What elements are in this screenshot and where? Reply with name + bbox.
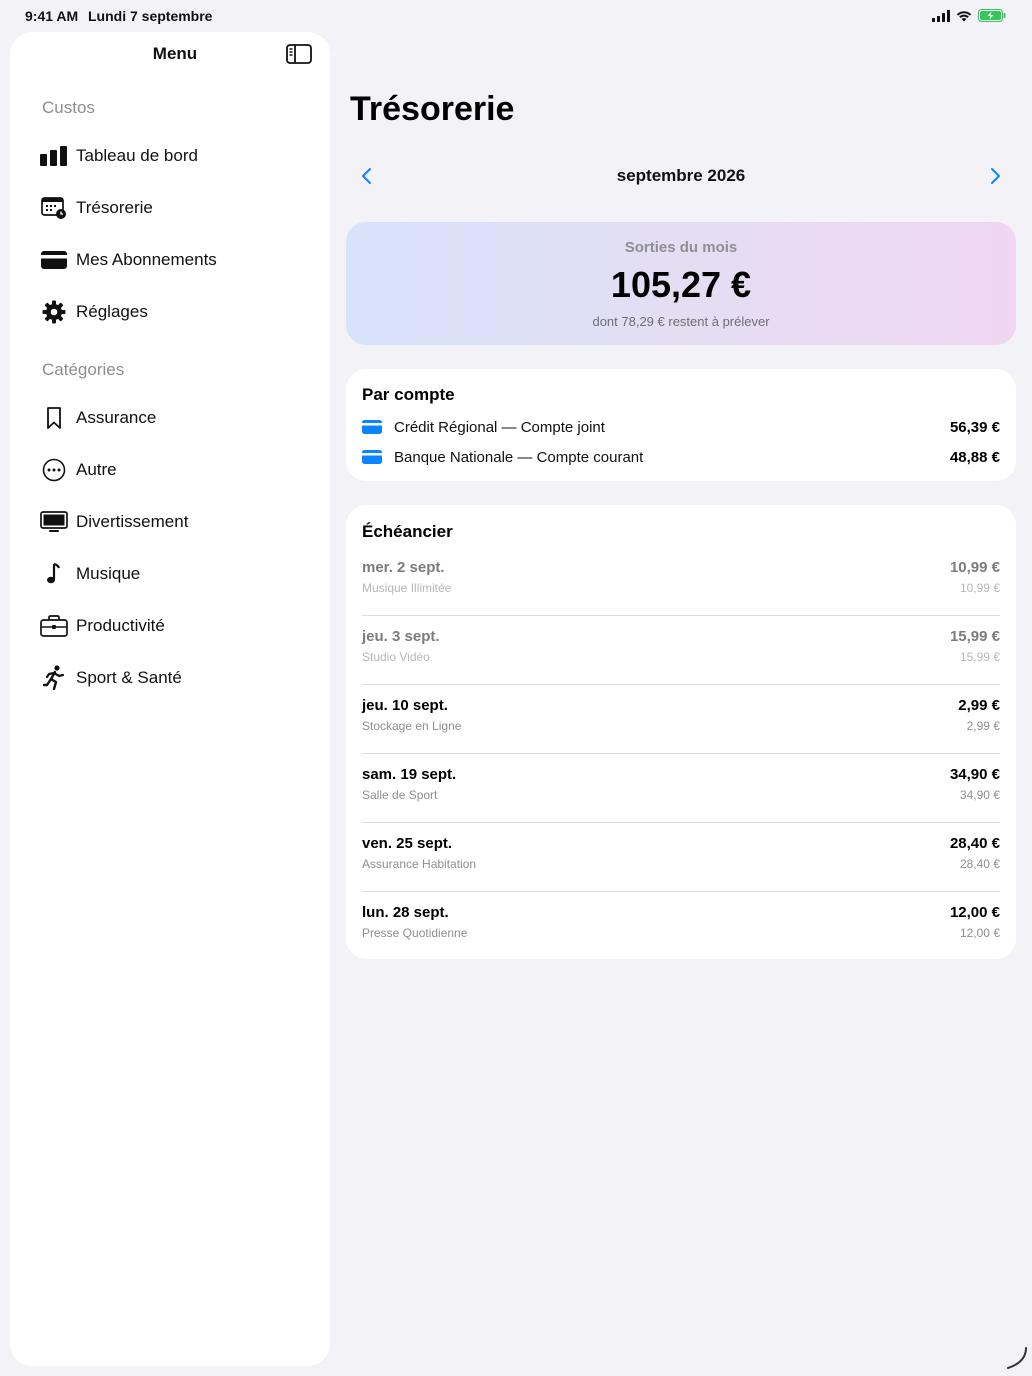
sidebar-item-divertissement[interactable]: Divertissement [38, 502, 318, 542]
sidebar-toggle-icon[interactable] [286, 44, 312, 64]
sidebar-item-label: Réglages [76, 302, 148, 321]
sidebar-item-label: Assurance [76, 408, 157, 427]
schedule-name: Musique Illimitée [362, 581, 452, 595]
sidebar-item-label: Divertissement [76, 512, 189, 531]
schedule-amount: 2,99 € [958, 697, 1000, 714]
month-label: septembre 2026 [616, 166, 746, 185]
calendar-clock-icon [38, 194, 70, 222]
accounts-card-title: Par compte [362, 385, 455, 404]
sidebar-item-label: Productivité [76, 616, 165, 635]
schedule-sub-amount: 2,99 € [966, 719, 1000, 733]
schedule-row[interactable]: jeu. 10 sept. Stockage en Ligne 2,99 € 2… [362, 697, 1000, 766]
schedule-amount: 15,99 € [949, 628, 1000, 645]
schedule-row[interactable]: mer. 2 sept. Musique Illimitée 10,99 € 1… [362, 559, 1000, 628]
schedule-amount: 34,90 € [949, 766, 1000, 783]
ellipsis-circle-icon [38, 456, 70, 484]
summary-label: Sorties du mois [624, 239, 738, 256]
sidebar-item-autre[interactable]: Autre [38, 450, 318, 490]
schedule-card: Échéancier mer. 2 sept. Musique Illimité… [346, 505, 1016, 959]
schedule-name: Stockage en Ligne [362, 719, 462, 733]
sidebar-item-productivite[interactable]: Productivité [38, 606, 318, 646]
schedule-sub-amount: 12,00 € [959, 926, 1000, 940]
schedule-row[interactable]: ven. 25 sept. Assurance Habitation 28,40… [362, 835, 1000, 904]
sidebar-item-label: Mes Abonnements [76, 250, 217, 269]
account-amount: 48,88 € [949, 448, 1000, 466]
credit-card-icon [362, 419, 382, 435]
schedule-row[interactable]: sam. 19 sept. Salle de Sport 34,90 € 34,… [362, 766, 1000, 835]
schedule-amount: 10,99 € [949, 559, 1000, 576]
resize-handle-icon [1004, 1346, 1028, 1370]
schedule-date: jeu. 10 sept. [362, 697, 448, 714]
account-name: Banque Nationale — Compte courant [394, 448, 644, 466]
schedule-sub-amount: 10,99 € [959, 581, 1000, 595]
status-time: 9:41 AM [25, 8, 79, 24]
account-row[interactable]: Banque Nationale — Compte courant 48,88 … [362, 446, 1000, 468]
sidebar-item-musique[interactable]: Musique [38, 554, 318, 594]
schedule-sub-amount: 15,99 € [959, 650, 1000, 664]
sidebar-item-label: Tableau de bord [76, 146, 198, 165]
wifi-icon [956, 9, 972, 27]
schedule-name: Presse Quotidienne [362, 926, 468, 940]
sidebar-item-assurance[interactable]: Assurance [38, 398, 318, 438]
account-name: Crédit Régional — Compte joint [394, 418, 605, 436]
cellular-signal-icon [932, 9, 950, 27]
schedule-name: Studio Vidéo [362, 650, 430, 664]
credit-card-icon [38, 246, 70, 274]
sidebar-item-sport-sante[interactable]: Sport & Santé [38, 658, 318, 698]
schedule-card-title: Échéancier [362, 522, 453, 541]
battery-charging-icon [978, 9, 1006, 27]
gear-icon [38, 298, 70, 326]
month-navigator: septembre 2026 [346, 160, 1016, 192]
sidebar-item-tresorerie[interactable]: Trésorerie [38, 188, 318, 228]
summary-card: Sorties du mois 105,27 € dont 78,29 € re… [346, 222, 1016, 345]
chart-bar-icon [38, 142, 70, 170]
schedule-amount: 28,40 € [949, 835, 1000, 852]
divider [362, 891, 1000, 892]
account-amount: 56,39 € [949, 418, 1000, 436]
schedule-date: sam. 19 sept. [362, 766, 457, 783]
schedule-date: jeu. 3 sept. [362, 628, 440, 645]
sidebar-item-label: Sport & Santé [76, 668, 182, 687]
schedule-date: ven. 25 sept. [362, 835, 453, 852]
sidebar-item-label: Autre [76, 460, 117, 479]
accounts-card: Par compte Crédit Régional — Compte join… [346, 369, 1016, 481]
status-icons [932, 9, 1006, 27]
briefcase-icon [38, 612, 70, 640]
section-header-categories: Catégories [42, 360, 125, 379]
schedule-sub-amount: 28,40 € [959, 857, 1000, 871]
credit-card-icon [362, 449, 382, 465]
schedule-row[interactable]: lun. 28 sept. Presse Quotidienne 12,00 €… [362, 904, 1000, 973]
status-date: Lundi 7 septembre [88, 8, 213, 24]
sidebar-item-tableau-de-bord[interactable]: Tableau de bord [38, 136, 318, 176]
sidebar: Menu Custos Tableau de bord Trésorerie M… [10, 32, 330, 1366]
summary-amount: 105,27 € [610, 264, 752, 305]
sidebar-item-label: Trésorerie [76, 198, 153, 217]
sidebar-item-mes-abonnements[interactable]: Mes Abonnements [38, 240, 318, 280]
sidebar-item-reglages[interactable]: Réglages [38, 292, 318, 332]
status-bar: 9:41 AM Lundi 7 septembre [0, 0, 1032, 32]
summary-subtitle: dont 78,29 € restent à prélever [592, 314, 770, 329]
chevron-right-icon[interactable] [986, 166, 1004, 186]
section-header-custos: Custos [42, 98, 95, 117]
divider [362, 615, 1000, 616]
schedule-amount: 12,00 € [949, 904, 1000, 921]
running-figure-icon [38, 664, 70, 692]
music-note-icon [38, 560, 70, 588]
sidebar-item-label: Musique [76, 564, 141, 583]
divider [362, 684, 1000, 685]
schedule-name: Assurance Habitation [362, 857, 477, 871]
tv-icon [38, 508, 70, 536]
schedule-name: Salle de Sport [362, 788, 438, 802]
account-row[interactable]: Crédit Régional — Compte joint 56,39 € [362, 416, 1000, 438]
schedule-sub-amount: 34,90 € [959, 788, 1000, 802]
schedule-date: lun. 28 sept. [362, 904, 449, 921]
page-title: Trésorerie [350, 90, 515, 128]
divider [362, 753, 1000, 754]
divider [362, 822, 1000, 823]
schedule-date: mer. 2 sept. [362, 559, 445, 576]
bookmark-icon [38, 404, 70, 432]
schedule-row[interactable]: jeu. 3 sept. Studio Vidéo 15,99 € 15,99 … [362, 628, 1000, 697]
